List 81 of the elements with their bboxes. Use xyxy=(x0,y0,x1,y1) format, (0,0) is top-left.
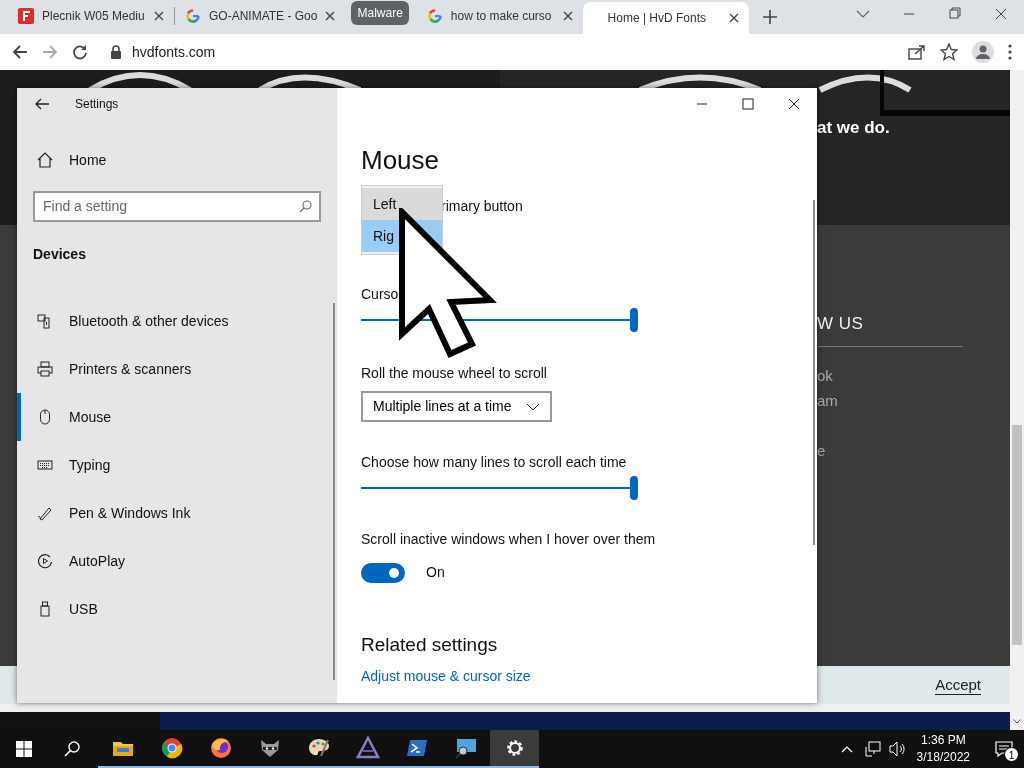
nav-item[interactable]: Bluetooth & other devices xyxy=(17,297,337,345)
triangle-icon xyxy=(355,736,380,760)
google-icon xyxy=(185,8,201,24)
social-link[interactable]: e xyxy=(817,438,1010,463)
chevron-down-icon xyxy=(525,402,540,411)
keyboard-icon xyxy=(37,457,53,473)
setting-label: Curso xyxy=(361,285,400,304)
close-icon[interactable] xyxy=(562,11,573,21)
usb-icon xyxy=(37,601,53,617)
accept-button[interactable]: Accept xyxy=(935,675,981,695)
bluetooth-icon xyxy=(37,313,53,329)
favicon-icon xyxy=(18,8,34,24)
search-field[interactable]: Find a setting xyxy=(33,191,321,222)
close-icon[interactable] xyxy=(325,11,336,21)
social-link[interactable]: am xyxy=(817,388,1010,413)
reload-icon[interactable] xyxy=(72,44,88,60)
browser-tab[interactable]: how to make curso xyxy=(416,2,583,30)
back-icon[interactable] xyxy=(35,98,49,110)
clock-time[interactable]: 1:36 PM xyxy=(916,732,970,749)
taskbar-app[interactable] xyxy=(490,730,539,768)
monitor-icon xyxy=(453,736,478,760)
lock-icon xyxy=(110,45,122,59)
setting-label: Scroll inactive windows when I hover over them xyxy=(361,530,657,549)
google-icon xyxy=(426,8,443,24)
chevron-down-icon xyxy=(1013,718,1021,724)
settings-link[interactable]: Adjust mouse & cursor size xyxy=(361,665,531,687)
browser-tab[interactable]: GO-ANIMATE - Goo xyxy=(175,2,346,30)
toggle-switch[interactable] xyxy=(361,562,405,583)
dropdown-option[interactable]: Left xyxy=(362,188,442,220)
nav-item[interactable]: Pen & Windows Ink xyxy=(17,489,337,537)
autoplay-icon xyxy=(37,553,53,569)
window-title: Settings xyxy=(75,96,119,113)
nav-item[interactable]: Printers & scanners xyxy=(17,345,337,393)
address-text[interactable]: hvdfonts.com xyxy=(132,41,216,63)
social-link[interactable]: ok xyxy=(817,363,1010,388)
chrome-icon xyxy=(159,736,184,760)
volume-icon[interactable] xyxy=(888,741,907,757)
toggle-state-text: On xyxy=(426,563,445,582)
new-tab-icon[interactable] xyxy=(762,10,777,24)
page-title: Mouse xyxy=(361,144,440,177)
star-icon[interactable] xyxy=(940,43,958,61)
back-icon[interactable] xyxy=(12,44,28,60)
setting-label: Choose how many lines to scroll each time xyxy=(361,453,628,472)
browser-tab[interactable]: Plecnik W05 Mediu xyxy=(8,2,174,30)
notification-count: 1 xyxy=(1004,747,1019,762)
close-icon[interactable] xyxy=(728,13,739,23)
scrollbar-thumb[interactable] xyxy=(1012,425,1022,645)
notification-button[interactable]: 1 xyxy=(984,730,1024,768)
section-heading: W US xyxy=(817,312,865,335)
more-icon[interactable] xyxy=(1008,44,1012,60)
pen-icon xyxy=(37,505,53,521)
network-icon[interactable] xyxy=(864,741,881,757)
search-icon xyxy=(64,741,80,757)
home-icon xyxy=(37,152,53,168)
scroll-down-button[interactable] xyxy=(1010,712,1024,730)
tagline-text: at we do. xyxy=(817,117,891,139)
section-heading: Devices xyxy=(33,245,87,264)
slider-thumb[interactable] xyxy=(630,476,638,500)
dropdown[interactable]: Multiple lines at a time xyxy=(361,391,552,422)
printer-icon xyxy=(37,361,53,377)
search-icon xyxy=(299,200,312,213)
scrollbar[interactable] xyxy=(333,303,335,680)
section-heading: Related settings xyxy=(361,633,499,657)
message-icon xyxy=(995,741,1013,757)
tab-group-label[interactable]: Malware xyxy=(351,1,409,25)
slider-thumb[interactable] xyxy=(630,308,638,332)
close-icon[interactable] xyxy=(154,11,164,21)
nav-item[interactable]: Typing xyxy=(17,441,337,489)
mouse-icon xyxy=(37,409,53,425)
nav-item[interactable]: AutoPlay xyxy=(17,537,337,585)
clock-date[interactable]: 3/18/2022 xyxy=(916,749,970,766)
setting-label: Roll the mouse wheel to scroll xyxy=(361,364,548,383)
chevron-up-icon[interactable] xyxy=(840,745,853,753)
profile-icon[interactable] xyxy=(972,41,994,63)
share-icon[interactable] xyxy=(908,44,926,60)
nav-item[interactable]: USB xyxy=(17,585,337,633)
firefox-icon xyxy=(208,736,233,760)
home-item[interactable]: Home xyxy=(17,145,337,175)
windows-icon xyxy=(16,741,32,757)
scrollbar[interactable] xyxy=(813,200,815,545)
browser-tab[interactable]: Home | HvD Fonts xyxy=(582,2,749,34)
